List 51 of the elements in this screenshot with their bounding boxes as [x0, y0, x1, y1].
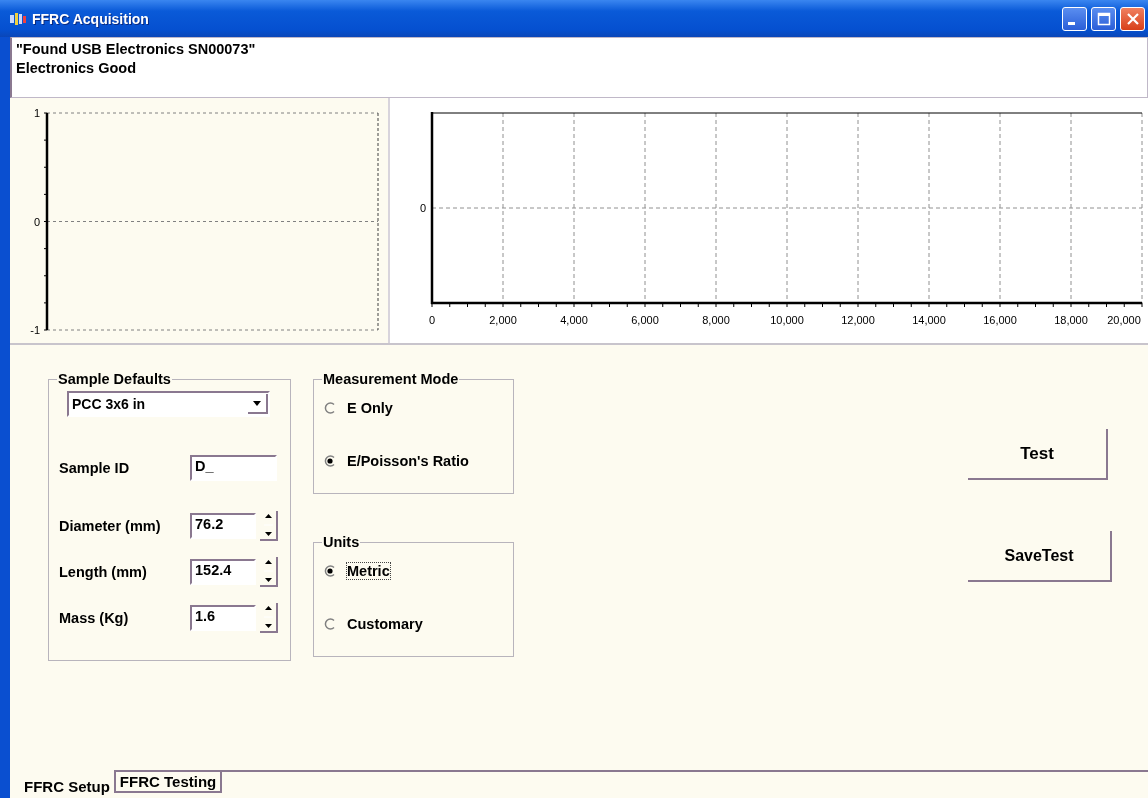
status-message: Electronics Good	[16, 59, 138, 78]
axis-tick-label: 8,000	[702, 314, 730, 326]
spin-button[interactable]	[260, 603, 278, 633]
axis-tick-label: 1	[33, 107, 40, 119]
field-label: Mass (Kg)	[59, 610, 130, 626]
axis-tick-label: 14,000	[912, 314, 946, 326]
axis-tick-label: 4,000	[560, 314, 588, 326]
preset-dropdown[interactable]: PCC 3x6 in	[67, 391, 270, 417]
radio-button[interactable]: E/Poisson's Ratio	[324, 450, 503, 472]
axis-tick-label: 16,000	[983, 314, 1017, 326]
axis-tick-label: 20,000	[1107, 314, 1141, 326]
axis-tick-label: 12,000	[841, 314, 875, 326]
axis-tick-label: 0	[33, 215, 40, 228]
app-icon	[10, 12, 26, 25]
tab[interactable]: FFRC Testing	[113, 770, 223, 793]
maximize-button[interactable]	[1091, 6, 1116, 31]
field-label: Sample ID	[59, 460, 131, 476]
field-label: Diameter (mm)	[59, 518, 162, 534]
axis-tick-label: 18,000	[1054, 314, 1088, 326]
minimize-icon	[1068, 22, 1075, 25]
axis-tick-label: 0	[419, 202, 426, 214]
dropdown-arrow-icon	[248, 394, 268, 414]
spin-button[interactable]	[260, 557, 278, 587]
field-label: Length (mm)	[59, 564, 148, 580]
test-button[interactable]: Test	[968, 429, 1108, 480]
group-title: Units	[322, 534, 361, 550]
input-field[interactable]: 76.2	[190, 513, 256, 539]
axis-tick-label: 0	[428, 314, 436, 326]
input-field[interactable]: 152.4	[190, 559, 256, 585]
minimize-button[interactable]	[1062, 6, 1087, 31]
spin-arrows-icon	[263, 512, 273, 538]
input-field[interactable]: 1.6	[190, 605, 256, 631]
spin-button[interactable]	[260, 511, 278, 541]
group-title: Measurement Mode	[322, 371, 460, 387]
axis-tick-label: -1	[30, 324, 40, 336]
group-title: Sample Defaults	[57, 371, 172, 387]
save-test-button[interactable]: SaveTest	[968, 531, 1112, 582]
spin-arrows-icon	[263, 558, 273, 584]
spin-arrows-icon	[263, 604, 273, 630]
axis-tick-label: 2,000	[489, 314, 517, 326]
radio-button[interactable]: Metric	[324, 560, 503, 582]
close-icon	[1125, 11, 1140, 26]
maximize-icon	[1096, 11, 1111, 26]
close-button[interactable]	[1120, 6, 1145, 31]
window-title: FFRC Acquisition	[32, 10, 149, 27]
axis-tick-label: 10,000	[770, 314, 804, 326]
radio-button[interactable]: Customary	[324, 613, 503, 635]
axis-tick-label: 6,000	[631, 314, 659, 326]
input-field[interactable]: D_	[190, 455, 277, 481]
status-message: "Found USB Electronics SN00073"	[16, 40, 257, 59]
radio-button[interactable]: E Only	[324, 397, 503, 419]
